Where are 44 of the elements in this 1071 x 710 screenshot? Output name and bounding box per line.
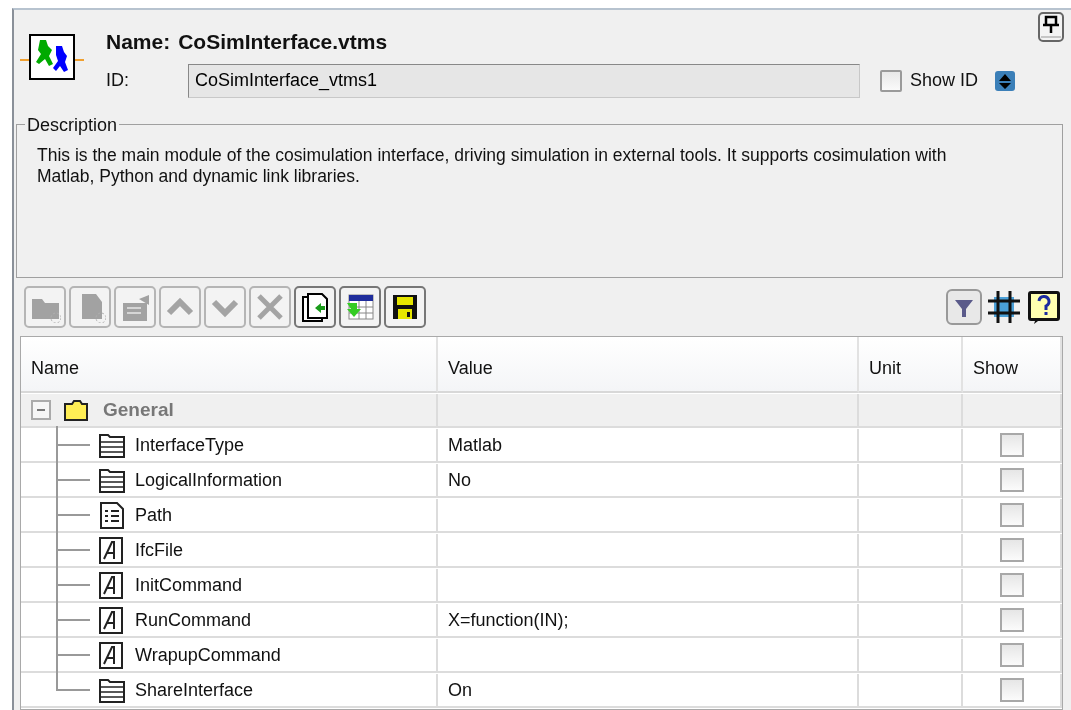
property-name: InitCommand <box>135 573 243 597</box>
expander-icon[interactable] <box>31 400 51 420</box>
column-header[interactable]: Value <box>438 337 859 393</box>
property-name: WrapupCommand <box>135 643 281 667</box>
name-label: Name: <box>106 29 171 55</box>
logo-icon <box>20 34 84 80</box>
show-checkbox[interactable] <box>999 538 1024 562</box>
description-text: This is the main module of the cosimulation interface, driving simulation in external tools. It supports cosimulation with Matlab, Python and dynamic link libraries. <box>37 145 948 187</box>
pin-icon[interactable] <box>1038 12 1065 42</box>
show-checkbox[interactable] <box>999 433 1024 457</box>
property-name: RunCommand <box>135 608 252 632</box>
property-value[interactable]: X=function(IN); <box>438 604 859 638</box>
table-import-icon <box>344 291 376 323</box>
module-name: CoSimInterface.vtms <box>178 29 388 55</box>
show-checkbox[interactable] <box>999 573 1024 597</box>
show-checkbox[interactable] <box>999 643 1024 667</box>
show-checkbox[interactable] <box>999 503 1024 527</box>
save-button[interactable] <box>384 286 426 328</box>
copy-icon <box>299 291 331 323</box>
property-name: IfcFile <box>135 538 183 562</box>
copy-button[interactable] <box>294 286 336 328</box>
id-label: ID: <box>106 69 130 92</box>
property-value[interactable]: Matlab <box>438 429 859 463</box>
folder-icon <box>63 398 89 422</box>
show-checkbox[interactable] <box>999 468 1024 492</box>
property-value[interactable]: On <box>438 674 859 708</box>
column-header[interactable]: Unit <box>859 337 963 393</box>
help-button[interactable] <box>1025 288 1063 326</box>
column-header[interactable]: Name <box>21 337 438 393</box>
grid-button[interactable] <box>985 288 1023 326</box>
property-name: InterfaceType <box>135 433 245 457</box>
property-name: LogicalInformation <box>135 468 283 492</box>
group-label: General <box>103 397 174 422</box>
filter-button[interactable] <box>945 288 983 326</box>
column-header[interactable]: Show <box>963 337 1062 393</box>
property-name: ShareInterface <box>135 678 254 702</box>
id-field[interactable]: CoSimInterface_vtms1 <box>188 63 860 98</box>
show-checkbox[interactable] <box>999 608 1024 632</box>
show-checkbox[interactable] <box>999 678 1024 702</box>
show-id-checkbox[interactable] <box>880 69 902 92</box>
show-id-label[interactable]: Show ID <box>910 67 979 94</box>
import-button[interactable] <box>339 286 381 328</box>
property-value[interactable]: No <box>438 464 859 498</box>
property-name: Path <box>135 503 173 527</box>
